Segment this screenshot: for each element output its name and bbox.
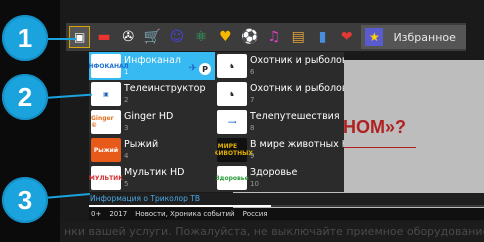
channel-name: Телепутешествия	[250, 111, 340, 123]
infokanal-logo-icon: ИНФОКАНАЛ	[89, 54, 129, 78]
soccer-ball-icon[interactable]: ⚽	[239, 26, 260, 48]
ginger-logo-icon: Ginger ©	[91, 110, 121, 134]
channel-name: Охотник и рыболов	[250, 55, 344, 67]
shopping-cart-icon[interactable]: 🛒	[142, 26, 163, 48]
channel-item[interactable]: Ginger © Ginger HD 3	[89, 108, 215, 136]
channel-number: 2	[124, 95, 129, 104]
program-country: Россия	[242, 210, 268, 218]
channel-name: Охотник и рыболов	[250, 83, 344, 95]
ohotnik-logo-icon: ♞	[217, 54, 247, 78]
channel-item[interactable]: Рыжий Рыжий 4	[89, 136, 215, 164]
channel-item[interactable]: Здоровье Здоровье 10	[215, 164, 344, 192]
channel-name: Мультик HD	[124, 167, 185, 179]
channel-name: В мире животных Н	[250, 139, 344, 151]
channel-number: 7	[250, 95, 255, 104]
channel-number: 6	[250, 67, 255, 76]
star-icon: ★	[365, 28, 384, 46]
atom-icon[interactable]: ⚛	[190, 26, 211, 48]
parental-p-badge: P	[199, 63, 211, 75]
channel-name: Рыжий	[124, 139, 159, 151]
channel-name: Инфоканал	[124, 55, 181, 67]
heart-icon[interactable]: ❤	[336, 26, 357, 48]
program-progress-track	[271, 205, 484, 207]
tv-icon[interactable]: ▣	[69, 26, 91, 48]
program-info-title[interactable]: Информация о Триколор ТВ	[90, 194, 200, 203]
channel-item[interactable]: ▣ Телеинструктор 2	[89, 80, 215, 108]
program-year: 2017	[109, 210, 128, 218]
satellite-icon: ✈	[188, 63, 197, 74]
briefcase-icon[interactable]: ▤	[288, 26, 309, 48]
channel-number: 3	[124, 123, 129, 132]
favorites-label: Избранное	[393, 30, 456, 44]
callout-1-arrow	[44, 38, 76, 40]
channel-number: 9	[250, 151, 255, 160]
channel-name: Ginger HD	[124, 111, 174, 123]
channel-number: 5	[124, 179, 129, 188]
ice-cream-icon[interactable]: ♥	[215, 26, 236, 48]
channel-item[interactable]: ИНФОКАНАЛИнфоканал1 ✈P	[89, 52, 215, 80]
russia-flag-icon[interactable]: ▬	[93, 26, 114, 48]
background-ticker: нки вашей услуги. Пожалуйста, не выключа…	[60, 222, 484, 242]
channel-list: ИНФОКАНАЛИнфоканал1✈P♞Охотник и рыболов6…	[89, 52, 344, 192]
channel-item[interactable]: МУЛЬТИК Мультик HD 5	[89, 164, 215, 192]
teleinstruktor-logo-icon: ▣	[91, 82, 121, 106]
category-bar: ▣ ▬ ✇ 🛒 ☺ ⚛ ♥ ⚽ ♫ ▤ ▮ ❤ ★ Избранное	[66, 23, 466, 51]
program-genre: Новости, Хроника событий	[135, 210, 235, 218]
channel-number: 4	[124, 151, 129, 160]
channel-item[interactable]: В МИРЕ ЖИВОТНЫХВ мире животных Н9	[215, 136, 344, 164]
multik-logo-icon: МУЛЬТИК	[89, 166, 123, 190]
channel-item[interactable]: ♞ Охотник и рыболов 6	[215, 52, 344, 80]
channel-item[interactable]: ⟿ Телепутешествия 8	[215, 108, 344, 136]
zdorovye-logo-icon: Здоровье	[215, 166, 249, 190]
v-mire-zhivotnyh-logo-icon: В МИРЕ ЖИВОТНЫХ	[215, 138, 253, 162]
program-meta: 0+ 2017 Новости, Хроника событий Россия	[89, 208, 484, 220]
callout-3-marker: 3	[2, 177, 48, 223]
ohotnik-logo-icon: ♞	[217, 82, 247, 106]
ryzhiy-logo-icon: Рыжий	[91, 138, 121, 162]
program-progress-bar	[89, 205, 271, 207]
teleputeshestviya-logo-icon: ⟿	[217, 110, 247, 134]
age-rating: 0+	[91, 210, 102, 218]
channel-number: 8	[250, 123, 255, 132]
music-note-icon[interactable]: ♫	[263, 26, 284, 48]
favorites-category[interactable]: ★ Избранное	[361, 25, 466, 49]
channel-number: 1	[124, 67, 129, 76]
film-reel-icon[interactable]: ✇	[118, 26, 139, 48]
callout-1-marker: 1	[2, 15, 48, 61]
channel-name: Здоровье	[250, 167, 298, 179]
callout-2-marker: 2	[2, 74, 48, 120]
bar-chart-icon[interactable]: ▮	[312, 26, 333, 48]
theater-mask-icon[interactable]: ☺	[166, 26, 187, 48]
channel-name: Телеинструктор	[124, 83, 206, 95]
channel-item[interactable]: ♞ Охотник и рыболов 7	[215, 80, 344, 108]
channel-number: 10	[250, 179, 259, 188]
